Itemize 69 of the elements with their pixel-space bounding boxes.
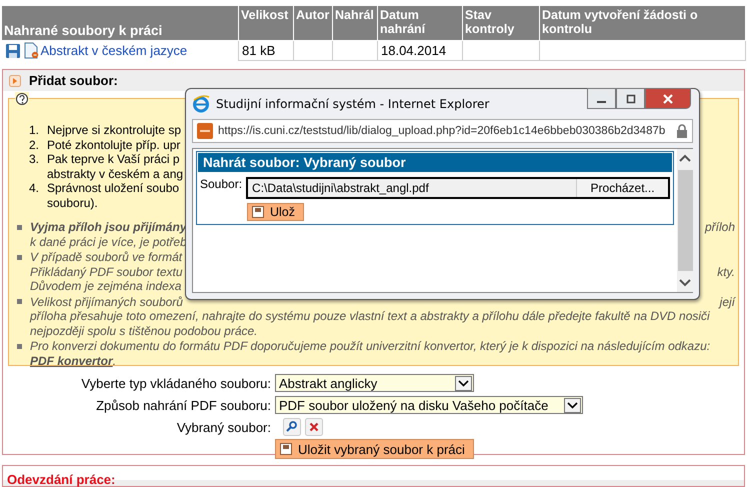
column-header: Nahrané soubory k práci bbox=[2, 6, 238, 40]
document-icon[interactable] bbox=[22, 42, 38, 59]
notice-text: abstrakty v českém a ang bbox=[47, 166, 184, 180]
list-number: 2. bbox=[28, 138, 39, 152]
column-header: Nahrál bbox=[332, 6, 378, 40]
section-header[interactable]: Přidat soubor: bbox=[3, 70, 744, 91]
delete-icon[interactable] bbox=[305, 418, 323, 436]
field-label: Způsob nahrání PDF souboru: bbox=[95, 398, 272, 412]
notice-text: Pro konverzi dokumentu do formátu PDF doporučujeme použít univerzitní konvertor, který je k dispozici na následujícím odkazu: bbox=[30, 339, 710, 353]
list-number: 4. bbox=[28, 181, 39, 195]
search-icon[interactable] bbox=[283, 418, 301, 436]
save-icon bbox=[252, 206, 264, 218]
scrollbar[interactable] bbox=[677, 149, 694, 292]
maximize-icon bbox=[624, 94, 636, 104]
notice-text: Nejprve si zkontrolujte sp bbox=[47, 123, 182, 137]
minimize-icon bbox=[597, 100, 606, 102]
notice-text: Velikost přijímaných souborů bbox=[30, 294, 183, 308]
file-link[interactable]: Abstrakt v českém jazyce bbox=[40, 43, 188, 58]
notice-text: příloh bbox=[704, 220, 735, 234]
table-cell: 81 kB bbox=[238, 40, 294, 60]
column-header: Datum vytvoření žádosti o kontrolu bbox=[540, 6, 746, 40]
browser-icon bbox=[192, 95, 210, 113]
table-cell: 18.04.2014 bbox=[378, 40, 462, 60]
column-header: Datum nahrání bbox=[378, 6, 462, 40]
scroll-down-icon[interactable] bbox=[677, 277, 694, 289]
notice-text: Pak teprve k Vaší práci p bbox=[47, 152, 180, 166]
save-icon[interactable] bbox=[4, 42, 20, 58]
save-button[interactable]: Uložit vybraný soubor k práci bbox=[275, 439, 474, 459]
minimize-button[interactable] bbox=[587, 88, 616, 109]
bullet-icon bbox=[17, 299, 22, 304]
maximize-button[interactable] bbox=[616, 88, 645, 109]
notice-text: nejpozději spolu s tištěnou podobou práce. bbox=[30, 324, 258, 338]
column-header: Velikost bbox=[238, 6, 294, 40]
select-field[interactable]: PDF soubor uložený na disku Vašeho počítače bbox=[275, 396, 583, 414]
dialog-heading: Nahrát soubor: Vybraný soubor bbox=[198, 153, 672, 172]
site-icon bbox=[197, 123, 213, 139]
close-icon bbox=[661, 92, 675, 104]
column-header: Stav kontroly bbox=[462, 6, 540, 40]
scroll-up-icon[interactable] bbox=[677, 152, 694, 164]
notice-text: příloha přesahuje toto omezení, nahrajte do systému pouze vlastní text a abstrakty a přílohu dále předejte fakultě na DVD nosiči bbox=[30, 309, 710, 323]
field-label: Vybraný soubor: bbox=[176, 420, 272, 434]
field-label: Vyberte typ vkládaného souboru: bbox=[80, 376, 272, 390]
list-number: 1. bbox=[28, 123, 39, 137]
notice-text: Poté zkontolujte příp. upr bbox=[47, 138, 180, 152]
notice-text: Důvodem je zejména indexa bbox=[30, 279, 182, 293]
converter-link[interactable]: PDF konvertor bbox=[30, 354, 113, 368]
save-button[interactable]: Ulož bbox=[247, 203, 304, 221]
notice-text: . bbox=[112, 354, 116, 368]
select-field[interactable]: Abstrakt anglicky bbox=[275, 374, 474, 392]
notice-text: V případě souborů ve formát bbox=[30, 250, 182, 264]
expand-icon[interactable] bbox=[9, 74, 21, 86]
save-icon bbox=[280, 443, 292, 455]
notice-text: souboru). bbox=[47, 196, 98, 210]
bullet-icon bbox=[17, 344, 22, 349]
close-button[interactable] bbox=[645, 88, 691, 109]
notice-text: její bbox=[720, 294, 735, 308]
notice-text: kty. bbox=[717, 264, 735, 278]
notice-text: Vyjma příloh jsou přijímány bbox=[30, 220, 186, 234]
field-label: Soubor: bbox=[200, 177, 242, 191]
bullet-icon bbox=[17, 254, 22, 260]
notice-text: Správnost uložení soubo bbox=[47, 181, 180, 195]
list-number: 3. bbox=[28, 152, 39, 166]
lock-icon bbox=[676, 124, 688, 138]
address-bar[interactable]: https://is.cuni.cz/teststud/lib/dialog_upload.php?id=20f6eb1c14e6bbeb030386b2d3487b bbox=[192, 119, 693, 143]
window-title: Studijní informační systém - Internet Explorer bbox=[216, 97, 490, 111]
column-header: Autor bbox=[294, 6, 332, 40]
notice-text: Přikládaný PDF soubor textu bbox=[30, 264, 183, 278]
bullet-icon bbox=[17, 224, 22, 230]
section-title: Odevzdání práce: bbox=[7, 472, 116, 487]
